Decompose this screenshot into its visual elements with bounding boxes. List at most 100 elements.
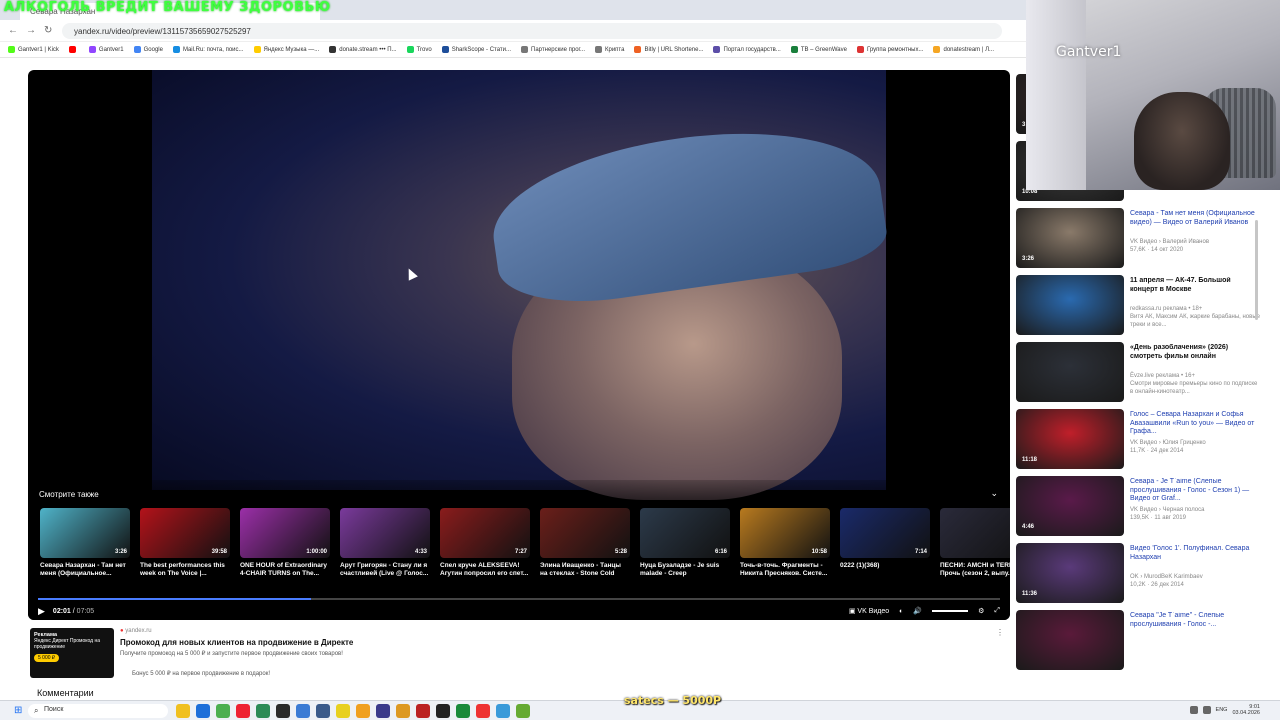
watch-also-item[interactable]: 7:27 Спел круче ALEKSEEVA! Агутин попроси… xyxy=(440,508,530,578)
duration-badge: 7:14 xyxy=(914,549,927,555)
bookmarks-bar: Gantver1 | Kick Gantver1 Google Mail.Ru: по… xyxy=(0,42,1028,58)
watch-also-item[interactable]: 7:14 0222 (1)(368) xyxy=(840,508,930,578)
ad-source[interactable]: ● yandex.ru xyxy=(120,628,152,634)
bookmark-item[interactable]: TB – GreenWave xyxy=(790,46,847,53)
volume-icon[interactable]: 🔊 xyxy=(913,607,922,615)
bookmark-item[interactable]: Google xyxy=(133,46,163,53)
ad-source-label: yandex.ru xyxy=(125,628,152,634)
vk-video-brand[interactable]: ▣ VK Видео xyxy=(849,607,889,615)
reload-icon[interactable]: ↻ xyxy=(44,25,52,36)
taskbar-app-icon[interactable] xyxy=(316,704,330,718)
network-icon[interactable] xyxy=(1189,706,1198,714)
webcam-overlay: Gantver1 xyxy=(1026,0,1280,190)
ad-image[interactable]: Реклама Яндекс Директ Промокод на продви… xyxy=(30,628,114,678)
bookmark-item[interactable]: Gantver1 xyxy=(88,46,124,53)
related-video-item[interactable]: Севара "Je T`aime" - Слепые прослушивани… xyxy=(1016,610,1266,674)
bookmark-item[interactable]: Крипта xyxy=(594,46,624,53)
watch-also-item[interactable]: 5:28 Элина Иващенко - Танцы на стеклах - … xyxy=(540,508,630,578)
bookmark-item[interactable]: Партнерские прог... xyxy=(521,46,585,53)
forward-icon[interactable]: → xyxy=(26,25,36,36)
watch-also-item[interactable]: 1:00:00 ONE HOUR of Extraordinary 4-CHAIR… xyxy=(240,508,330,578)
play-icon[interactable]: ▶ xyxy=(38,606,45,617)
taskbar-app-icon[interactable] xyxy=(176,704,190,718)
related-video-title[interactable]: Севара - Там нет меня (Официальное видео… xyxy=(1130,210,1258,227)
related-video-title[interactable]: Севара "Je T`aime" - Слепые прослушивани… xyxy=(1130,612,1258,629)
back-icon[interactable]: ← xyxy=(8,25,18,36)
related-video-item[interactable]: 11 апреля — АК-47. Большой концерт в Мос… xyxy=(1016,275,1266,339)
bookmark-label: Портал государств... xyxy=(723,46,781,53)
watch-also-thumbnail: 6:16 xyxy=(640,508,730,558)
taskbar-app-icon[interactable] xyxy=(336,704,350,718)
taskbar-app-icon[interactable] xyxy=(256,704,270,718)
related-video-thumbnail xyxy=(1016,342,1124,402)
bookmark-item[interactable]: Яндекс Музыка —... xyxy=(253,46,319,53)
ad-title[interactable]: Промокод для новых клиентов на продвижен… xyxy=(120,638,353,647)
bookmark-favicon-icon xyxy=(856,46,864,53)
taskbar-app-icon[interactable] xyxy=(216,704,230,718)
progress-bar[interactable] xyxy=(38,598,1000,600)
taskbar-app-icon[interactable] xyxy=(496,704,510,718)
bookmark-item[interactable]: Trovo xyxy=(406,46,432,53)
taskbar-app-icon[interactable] xyxy=(396,704,410,718)
related-video-item[interactable]: 4:46 Севара - Je T`aime (Слепые прослушив… xyxy=(1016,476,1266,540)
taskbar-app-icon[interactable] xyxy=(456,704,470,718)
taskbar-app-icon[interactable] xyxy=(376,704,390,718)
related-video-title[interactable]: Видео 'Голос 1'. Полуфинал. Севара Назар… xyxy=(1130,545,1258,562)
bookmark-item[interactable]: donatestream | Л... xyxy=(933,46,994,53)
watch-also-item[interactable]: 4:33 Арут Григорян - Стану ли я счастливе… xyxy=(340,508,430,578)
clock[interactable]: 9:01 03.04.2026 xyxy=(1232,704,1260,716)
ad-menu-icon[interactable]: ⋮ xyxy=(996,628,1004,637)
related-video-item[interactable]: «День разоблачения» (2026) смотреть филь… xyxy=(1016,342,1266,406)
related-video-thumbnail xyxy=(1016,610,1124,670)
bookmark-favicon-icon xyxy=(253,46,261,53)
taskbar-app-icon[interactable] xyxy=(436,704,450,718)
bookmark-item[interactable]: donate.stream ••• П... xyxy=(329,46,397,53)
duration-badge: 4:33 xyxy=(414,549,427,555)
chevron-down-icon[interactable]: ⌄ xyxy=(990,488,998,499)
video-player[interactable]: Смотрите также ⌄ 3:26 Севара Назархан - Т… xyxy=(28,70,1010,620)
watch-also-item[interactable]: 3:26 Севара Назархан - Там нет меня (Офиц… xyxy=(40,508,130,578)
related-video-title[interactable]: 11 апреля — АК-47. Большой концерт в Мос… xyxy=(1130,277,1258,294)
url-field[interactable]: yandex.ru/video/preview/1311573565902752… xyxy=(62,23,1002,39)
bookmark-item[interactable]: Gantver1 | Kick xyxy=(8,46,59,53)
taskbar-app-icon[interactable] xyxy=(296,704,310,718)
start-icon[interactable]: ⊞ xyxy=(14,705,22,716)
related-video-title[interactable]: «День разоблачения» (2026) смотреть филь… xyxy=(1130,344,1258,361)
bookmark-item[interactable]: Портал государств... xyxy=(713,46,781,53)
taskbar-app-icon[interactable] xyxy=(516,704,530,718)
video-frame[interactable] xyxy=(152,70,891,500)
webcam-streamer xyxy=(1134,92,1230,190)
taskbar-app-icon[interactable] xyxy=(196,704,210,718)
related-video-title[interactable]: Севара - Je T`aime (Слепые прослушивания… xyxy=(1130,478,1258,504)
related-video-title[interactable]: Голос – Севара Назархан и Софья Авазашви… xyxy=(1130,411,1258,437)
bookmark-item[interactable]: Mail.Ru: почта, поис... xyxy=(172,46,244,53)
watch-also-item[interactable]: 6:16 Нуца Бузаладзе - Je suis malade - Cr… xyxy=(640,508,730,578)
settings-gear-icon[interactable]: ⚙ xyxy=(978,607,984,615)
related-video-item[interactable]: 11:36 Видео 'Голос 1'. Полуфинал. Севара … xyxy=(1016,543,1266,607)
bookmark-item[interactable]: SharkScope - Стати... xyxy=(441,46,511,53)
taskbar-search[interactable]: ⌕ Поиск xyxy=(28,704,168,718)
ad-block[interactable]: Реклама Яндекс Директ Промокод на продви… xyxy=(28,626,1008,682)
related-video-item[interactable]: 11:18 Голос – Севара Назархан и Софья Ава… xyxy=(1016,409,1266,473)
taskbar-app-icon[interactable] xyxy=(416,704,430,718)
taskbar-app-icon[interactable] xyxy=(276,704,290,718)
related-video-meta: VK Видео › Юлия Гриценко 11,7K · 24 дек … xyxy=(1130,440,1206,454)
bookmark-item[interactable]: Группа ремонтных... xyxy=(856,46,923,53)
fullscreen-icon[interactable]: ⤢ xyxy=(994,607,1000,615)
watch-also-item[interactable]: 39:58 The best performances this week on … xyxy=(140,508,230,578)
watch-also-item[interactable]: ПЕСНИ: AMCHI и TERRY - Прочь (сезон 2, в… xyxy=(940,508,1010,578)
volume-slider[interactable] xyxy=(932,610,969,612)
speaker-icon[interactable] xyxy=(1202,706,1211,714)
watch-also-title: Арут Григорян - Стану ли я счастливей (L… xyxy=(340,562,429,577)
watch-also-item[interactable]: 10:58 Точь-в-точь. Фрагменты - Никита Пре… xyxy=(740,508,830,578)
bookmark-item[interactable]: Bitly | URL Shortene... xyxy=(634,46,703,53)
taskbar-app-icon[interactable] xyxy=(356,704,370,718)
watch-also-thumbnail: 5:28 xyxy=(540,508,630,558)
language-indicator[interactable]: ENG xyxy=(1216,707,1228,713)
taskbar-app-icon[interactable] xyxy=(236,704,250,718)
bookmark-item[interactable] xyxy=(68,46,79,53)
taskbar-app-icon[interactable] xyxy=(476,704,490,718)
related-video-item[interactable]: 3:26 Севара - Там нет меня (Официальное в… xyxy=(1016,208,1266,272)
autoplay-toggle[interactable]: ◐ xyxy=(899,608,903,615)
sidebar-scrollbar[interactable] xyxy=(1255,220,1258,320)
